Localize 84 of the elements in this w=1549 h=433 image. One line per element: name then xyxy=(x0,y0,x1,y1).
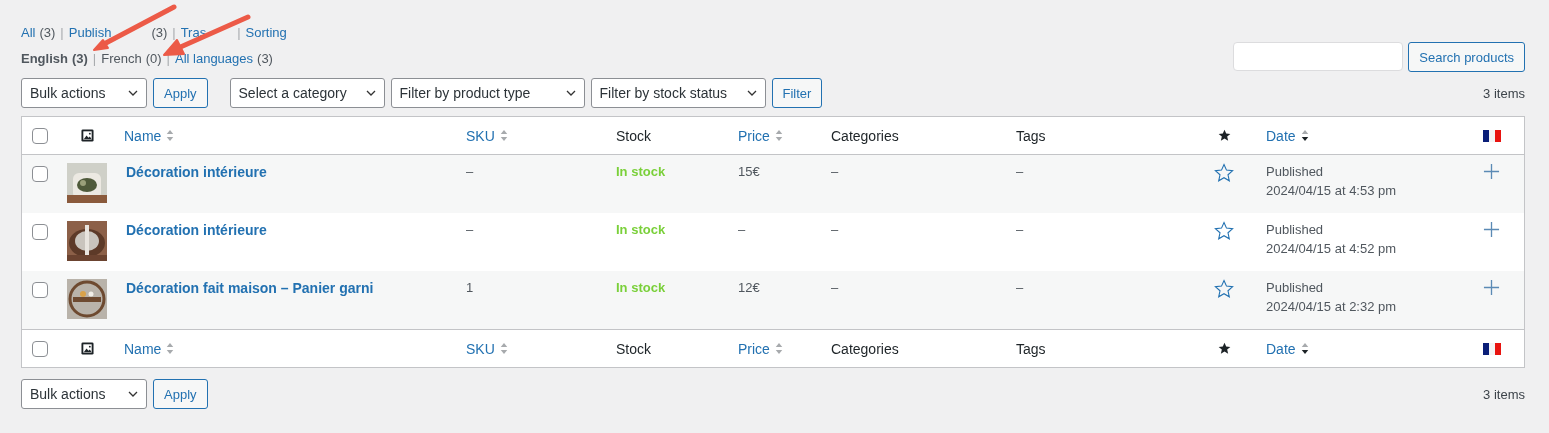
plus-icon[interactable] xyxy=(1483,221,1500,238)
row-checkbox[interactable] xyxy=(32,282,48,298)
caret-icon xyxy=(128,90,138,96)
product-type-dropdown[interactable]: Filter by product type xyxy=(390,78,585,108)
star-icon[interactable] xyxy=(1214,163,1234,183)
price-cell: 15€ xyxy=(738,164,760,179)
flag-icon xyxy=(1482,129,1501,142)
apply-button[interactable]: Apply xyxy=(153,78,208,108)
date-text: 2024/04/15 at 4:53 pm xyxy=(1266,183,1397,198)
image-icon xyxy=(80,129,94,142)
language-filter-link[interactable]: All languages (3) xyxy=(175,50,273,66)
caret-icon xyxy=(365,90,376,96)
column-header: Categories xyxy=(831,127,899,144)
separator: | xyxy=(237,24,241,40)
column-header[interactable]: Price xyxy=(738,340,783,357)
row-checkbox[interactable] xyxy=(32,224,48,240)
sort-icon[interactable] xyxy=(1300,342,1309,355)
date-text: 2024/04/15 at 4:52 pm xyxy=(1266,241,1397,256)
status-text: Published xyxy=(1266,280,1324,295)
separator: | xyxy=(172,24,176,40)
items-count: 3 items xyxy=(1483,386,1525,402)
stock-status: In stock xyxy=(616,164,666,179)
column-header[interactable]: Date xyxy=(1266,127,1309,144)
category-dropdown[interactable]: Select a category xyxy=(229,78,385,108)
image-icon xyxy=(80,342,94,355)
star-icon[interactable] xyxy=(1214,221,1234,241)
sort-icon[interactable] xyxy=(1300,129,1309,142)
categories-cell: – xyxy=(831,280,839,295)
bulk-actions-dropdown[interactable]: Bulk actions xyxy=(21,379,147,409)
flag-icon xyxy=(1482,342,1501,355)
column-header[interactable]: Price xyxy=(738,127,783,144)
column-header: Tags xyxy=(1016,340,1046,357)
column-header[interactable]: Date xyxy=(1266,340,1309,357)
separator: | xyxy=(92,50,97,66)
separator: | xyxy=(60,24,64,40)
stock-status: In stock xyxy=(616,280,666,295)
filter-button[interactable]: Filter xyxy=(771,78,823,108)
tags-cell: – xyxy=(1016,164,1024,179)
sku-cell: 1 xyxy=(466,280,474,295)
items-count: 3 items xyxy=(1483,85,1525,101)
column-header[interactable]: Name xyxy=(124,340,175,357)
star-icon xyxy=(1217,342,1231,355)
search-field[interactable] xyxy=(1233,42,1404,71)
stock-status: In stock xyxy=(616,222,666,237)
categories-cell: – xyxy=(831,164,839,179)
search-button[interactable]: Search products xyxy=(1408,42,1525,72)
price-cell: 12€ xyxy=(738,280,760,295)
plus-icon[interactable] xyxy=(1483,279,1500,296)
status-text: Published xyxy=(1266,164,1324,179)
status-filter-link[interactable]: All (3) xyxy=(21,24,56,40)
caret-icon xyxy=(746,90,757,96)
status-filter-link[interactable]: Publish (3) xyxy=(68,24,168,40)
select-all-checkbox[interactable] xyxy=(32,127,48,144)
tags-cell: – xyxy=(1016,280,1024,295)
tags-cell: – xyxy=(1016,222,1024,237)
product-name-link[interactable]: Décoration intérieure xyxy=(124,222,267,238)
status-text: Published xyxy=(1266,222,1324,237)
categories-cell: – xyxy=(831,222,839,237)
column-header: Stock xyxy=(616,340,651,357)
bulk-actions-dropdown[interactable]: Bulk actions xyxy=(21,78,147,108)
select-all-checkbox[interactable] xyxy=(32,340,48,357)
product-name-link[interactable]: Décoration intérieure xyxy=(124,164,267,180)
sku-cell: – xyxy=(466,222,474,237)
status-filter-link[interactable]: Sorting xyxy=(245,24,287,40)
sku-cell: – xyxy=(466,164,474,179)
caret-icon xyxy=(128,391,138,397)
stock-status-dropdown[interactable]: Filter by stock status xyxy=(590,78,766,108)
star-icon[interactable] xyxy=(1214,279,1234,299)
language-filter-link[interactable]: French (0) xyxy=(101,50,162,66)
column-header: Categories xyxy=(831,340,899,357)
column-header[interactable]: SKU xyxy=(466,340,508,357)
language-filter-link[interactable]: English (3) xyxy=(21,50,88,66)
column-header[interactable]: Name xyxy=(124,127,175,144)
price-cell: – xyxy=(738,222,746,237)
plus-icon[interactable] xyxy=(1483,163,1500,180)
column-header: Stock xyxy=(616,127,651,144)
caret-icon xyxy=(565,90,576,96)
product-name-link[interactable]: Décoration fait maison – Panier garni xyxy=(124,280,374,296)
apply-button[interactable]: Apply xyxy=(153,379,208,409)
column-header[interactable]: SKU xyxy=(466,127,508,144)
star-icon xyxy=(1217,129,1231,142)
column-header: Tags xyxy=(1016,127,1046,144)
date-text: 2024/04/15 at 2:32 pm xyxy=(1266,299,1397,314)
row-checkbox[interactable] xyxy=(32,166,48,182)
